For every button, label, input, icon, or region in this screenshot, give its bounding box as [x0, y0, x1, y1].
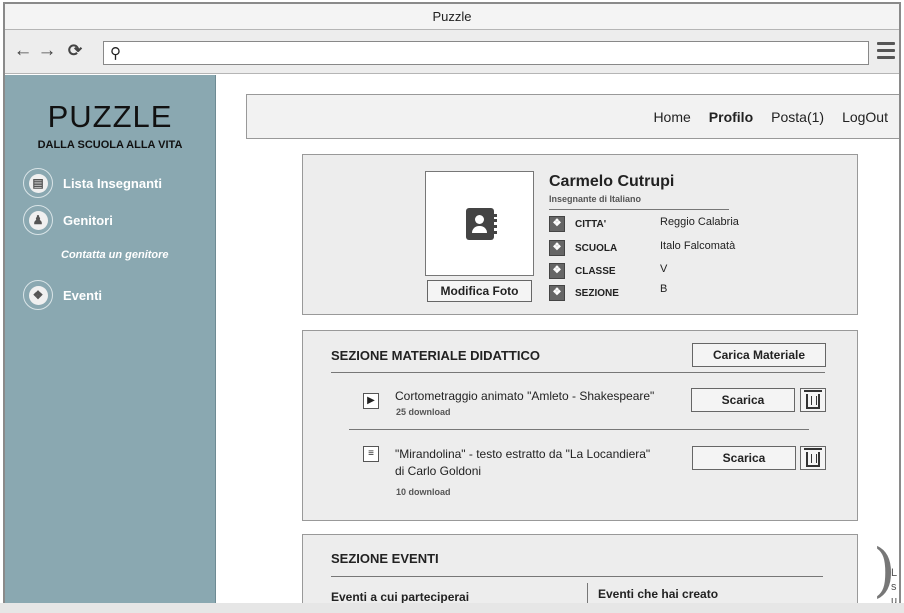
materials-panel: SEZIONE MATERIALE DIDATTICO Carica Mater…	[302, 330, 858, 521]
download-button[interactable]: Scarica	[691, 388, 795, 412]
upload-material-button[interactable]: Carica Materiale	[692, 343, 826, 367]
window-title: Puzzle	[5, 4, 899, 30]
field-label: CITTA'	[575, 218, 607, 230]
annotation-text: L	[891, 567, 898, 579]
sidebar-item-genitori[interactable]: ♟ Genitori	[23, 205, 113, 235]
sidebar: PUZZLE DALLA SCUOLA ALLA VITA ▤ Lista In…	[5, 75, 216, 613]
nav-link-posta[interactable]: Posta(1)	[771, 109, 824, 125]
material-downloads: 25 download	[396, 407, 451, 417]
browser-window: Puzzle ← → ⟳ ⚲ PUZZLE DALLA SCUOLA ALLA …	[3, 2, 901, 613]
divider	[549, 209, 729, 210]
field-citta: ❖ CITTA'	[549, 216, 606, 232]
field-sezione: ❖ SEZIONE	[549, 285, 619, 301]
video-file-icon: ▶	[363, 393, 379, 409]
divider	[349, 429, 809, 430]
person-icon: ♟	[23, 205, 53, 235]
material-title-line2: di Carlo Goldoni	[395, 464, 482, 478]
menu-icon[interactable]	[877, 42, 895, 60]
logo-subtitle: DALLA SCUOLA ALLA VITA	[37, 139, 183, 151]
field-value-scuola: Italo Falcomatà	[660, 240, 736, 252]
profile-photo	[425, 171, 534, 276]
profile-role: Insegnante di Italiano	[549, 194, 642, 204]
logo-title: PUZZLE	[47, 99, 173, 134]
field-label: SEZIONE	[575, 287, 619, 299]
divider	[331, 576, 823, 577]
annotation-text: s	[891, 581, 897, 593]
trash-icon[interactable]	[800, 388, 826, 412]
download-button[interactable]: Scarica	[692, 446, 796, 470]
material-title: "Mirandolina" - testo estratto da "La Lo…	[395, 447, 651, 461]
field-value-sezione: B	[660, 283, 668, 295]
puzzle-icon: ❖	[549, 285, 565, 301]
material-title: Cortometraggio animato "Amleto - Shakesp…	[395, 389, 655, 403]
main-content: Home Profilo Posta(1) LogOut Modifica Fo…	[217, 75, 899, 613]
nav-link-logout[interactable]: LogOut	[842, 109, 888, 125]
nav-link-profilo[interactable]: Profilo	[709, 109, 753, 125]
material-downloads: 10 download	[396, 487, 451, 497]
events-created-title: Eventi che hai creato	[598, 587, 719, 601]
address-bar: ← → ⟳ ⚲	[5, 30, 899, 74]
trash-icon[interactable]	[800, 446, 826, 470]
sidebar-item-eventi[interactable]: ❖ Eventi	[23, 280, 102, 310]
puzzle-icon: ❖	[549, 216, 565, 232]
puzzle-icon: ❖	[549, 263, 565, 279]
nav-link-home[interactable]: Home	[653, 109, 690, 125]
field-label: SCUOLA	[575, 242, 618, 254]
top-nav: Home Profilo Posta(1) LogOut	[246, 94, 899, 139]
field-value-citta: Reggio Calabria	[660, 216, 739, 228]
events-title: SEZIONE EVENTI	[331, 551, 439, 566]
field-classe: ❖ CLASSE	[549, 263, 616, 279]
search-icon: ⚲	[110, 45, 121, 62]
events-attending-title: Eventi a cui parteciperai	[331, 590, 470, 604]
sidebar-item-label: Genitori	[63, 212, 113, 228]
events-panel: SEZIONE EVENTI Eventi a cui parteciperai…	[302, 534, 858, 613]
divider	[331, 372, 825, 373]
book-icon: ▤	[23, 168, 53, 198]
puzzle-icon: ❖	[549, 240, 565, 256]
puzzle-icon: ❖	[23, 280, 53, 310]
forward-arrow-icon[interactable]: →	[37, 41, 57, 61]
edit-photo-button[interactable]: Modifica Foto	[427, 280, 532, 302]
field-scuola: ❖ SCUOLA	[549, 240, 617, 256]
field-label: CLASSE	[575, 265, 616, 277]
bottom-edge	[0, 603, 904, 613]
document-file-icon: ≡	[363, 446, 379, 462]
back-arrow-icon[interactable]: ←	[13, 41, 33, 61]
sidebar-item-lista-insegnanti[interactable]: ▤ Lista Insegnanti	[23, 168, 162, 198]
field-value-classe: V	[660, 263, 668, 275]
sidebar-subitem-contatta-genitore[interactable]: Contatta un genitore	[61, 249, 169, 261]
profile-panel: Modifica Foto Carmelo Cutrupi Insegnante…	[302, 154, 858, 315]
sidebar-item-label: Lista Insegnanti	[63, 175, 162, 191]
sidebar-item-label: Eventi	[63, 287, 103, 303]
reload-icon[interactable]: ⟳	[65, 41, 85, 61]
logo: PUZZLE DALLA SCUOLA ALLA VITA	[5, 75, 215, 151]
materials-title: SEZIONE MATERIALE DIDATTICO	[331, 348, 540, 363]
contact-card-icon	[465, 207, 497, 240]
profile-name: Carmelo Cutrupi	[549, 173, 675, 190]
url-input[interactable]: ⚲	[103, 41, 869, 65]
